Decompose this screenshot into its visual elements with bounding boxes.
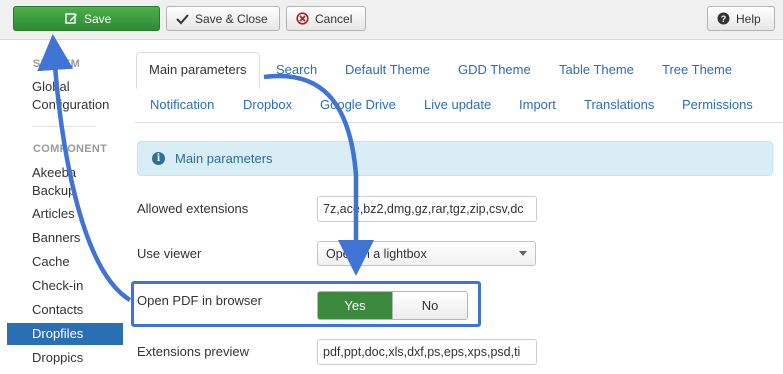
allowed-extensions-label: Allowed extensions — [137, 201, 249, 216]
sidebar-item-dropfiles[interactable]: Dropfiles — [32, 325, 83, 343]
sidebar-heading-component: COMPONENT — [33, 143, 108, 155]
allowed-extensions-input[interactable]: 7z,ace,bz2,dmg,gz,rar,tgz,zip,csv,dc — [317, 196, 537, 222]
help-label: Help — [736, 11, 761, 26]
sidebar-item-articles[interactable]: Articles — [32, 205, 75, 223]
tab-table-theme[interactable]: Table Theme — [559, 62, 634, 78]
cancel-label: Cancel — [315, 11, 353, 26]
chevron-down-icon — [519, 251, 527, 256]
save-close-label: Save & Close — [195, 11, 268, 26]
close-circle-icon — [295, 12, 309, 26]
tab-google-drive[interactable]: Google Drive — [320, 97, 396, 113]
tab-search[interactable]: Search — [276, 62, 317, 78]
sidebar-item-contacts[interactable]: Contacts — [32, 301, 83, 319]
tab-notification[interactable]: Notification — [150, 97, 214, 113]
save-button[interactable]: Save — [13, 6, 160, 31]
sidebar-item-label: Akeeba — [32, 165, 77, 180]
info-icon: i — [152, 152, 165, 165]
sidebar-item-label: Global — [32, 79, 70, 94]
tab-divider — [135, 122, 783, 123]
tab-translations[interactable]: Translations — [584, 97, 654, 113]
sidebar-item-label: Backup — [32, 183, 76, 198]
toolbar: Save Save & Close Cancel ? Help — [0, 0, 783, 40]
extensions-preview-input[interactable]: pdf,ppt,doc,xls,dxf,ps,eps,xps,psd,ti — [317, 339, 537, 365]
sidebar: SYSTEM Global Configuration COMPONENT Ak… — [0, 40, 128, 374]
tab-import[interactable]: Import — [519, 97, 556, 113]
alert-text: Main parameters — [175, 151, 273, 166]
sidebar-heading-system: SYSTEM — [33, 58, 81, 70]
edit-icon — [64, 12, 78, 26]
tab-main-parameters[interactable]: Main parameters — [136, 52, 260, 89]
use-viewer-select[interactable]: Open in a lightbox — [317, 241, 536, 266]
help-button[interactable]: ? Help — [707, 6, 775, 31]
help-icon: ? — [716, 12, 730, 26]
use-viewer-label: Use viewer — [137, 246, 202, 261]
tab-dropbox[interactable]: Dropbox — [243, 97, 292, 113]
sidebar-divider — [32, 126, 96, 127]
extensions-preview-label: Extensions preview — [137, 344, 249, 359]
check-icon — [175, 12, 189, 26]
tab-default-theme[interactable]: Default Theme — [345, 62, 430, 78]
cancel-button[interactable]: Cancel — [286, 6, 366, 31]
sidebar-item-akeeba-backup[interactable]: Akeeba Backup — [32, 164, 76, 200]
tab-permissions[interactable]: Permissions — [682, 97, 753, 113]
sidebar-item-check-in[interactable]: Check-in — [32, 277, 83, 295]
info-alert: i Main parameters — [137, 141, 773, 176]
sidebar-item-banners[interactable]: Banners — [32, 229, 80, 247]
svg-text:?: ? — [720, 14, 726, 24]
sidebar-item-droppics[interactable]: Droppics — [32, 349, 83, 367]
annotation-highlight-box — [131, 281, 481, 327]
tab-gdd-theme[interactable]: GDD Theme — [458, 62, 531, 78]
use-viewer-value: Open in a lightbox — [326, 246, 427, 261]
save-label: Save — [84, 11, 112, 26]
sidebar-item-global-configuration[interactable]: Global Configuration — [32, 78, 109, 114]
tab-tree-theme[interactable]: Tree Theme — [662, 62, 732, 78]
save-close-button[interactable]: Save & Close — [166, 6, 280, 31]
sidebar-item-cache[interactable]: Cache — [32, 253, 70, 271]
sidebar-item-label: Configuration — [32, 97, 110, 112]
tab-live-update[interactable]: Live update — [424, 97, 491, 113]
